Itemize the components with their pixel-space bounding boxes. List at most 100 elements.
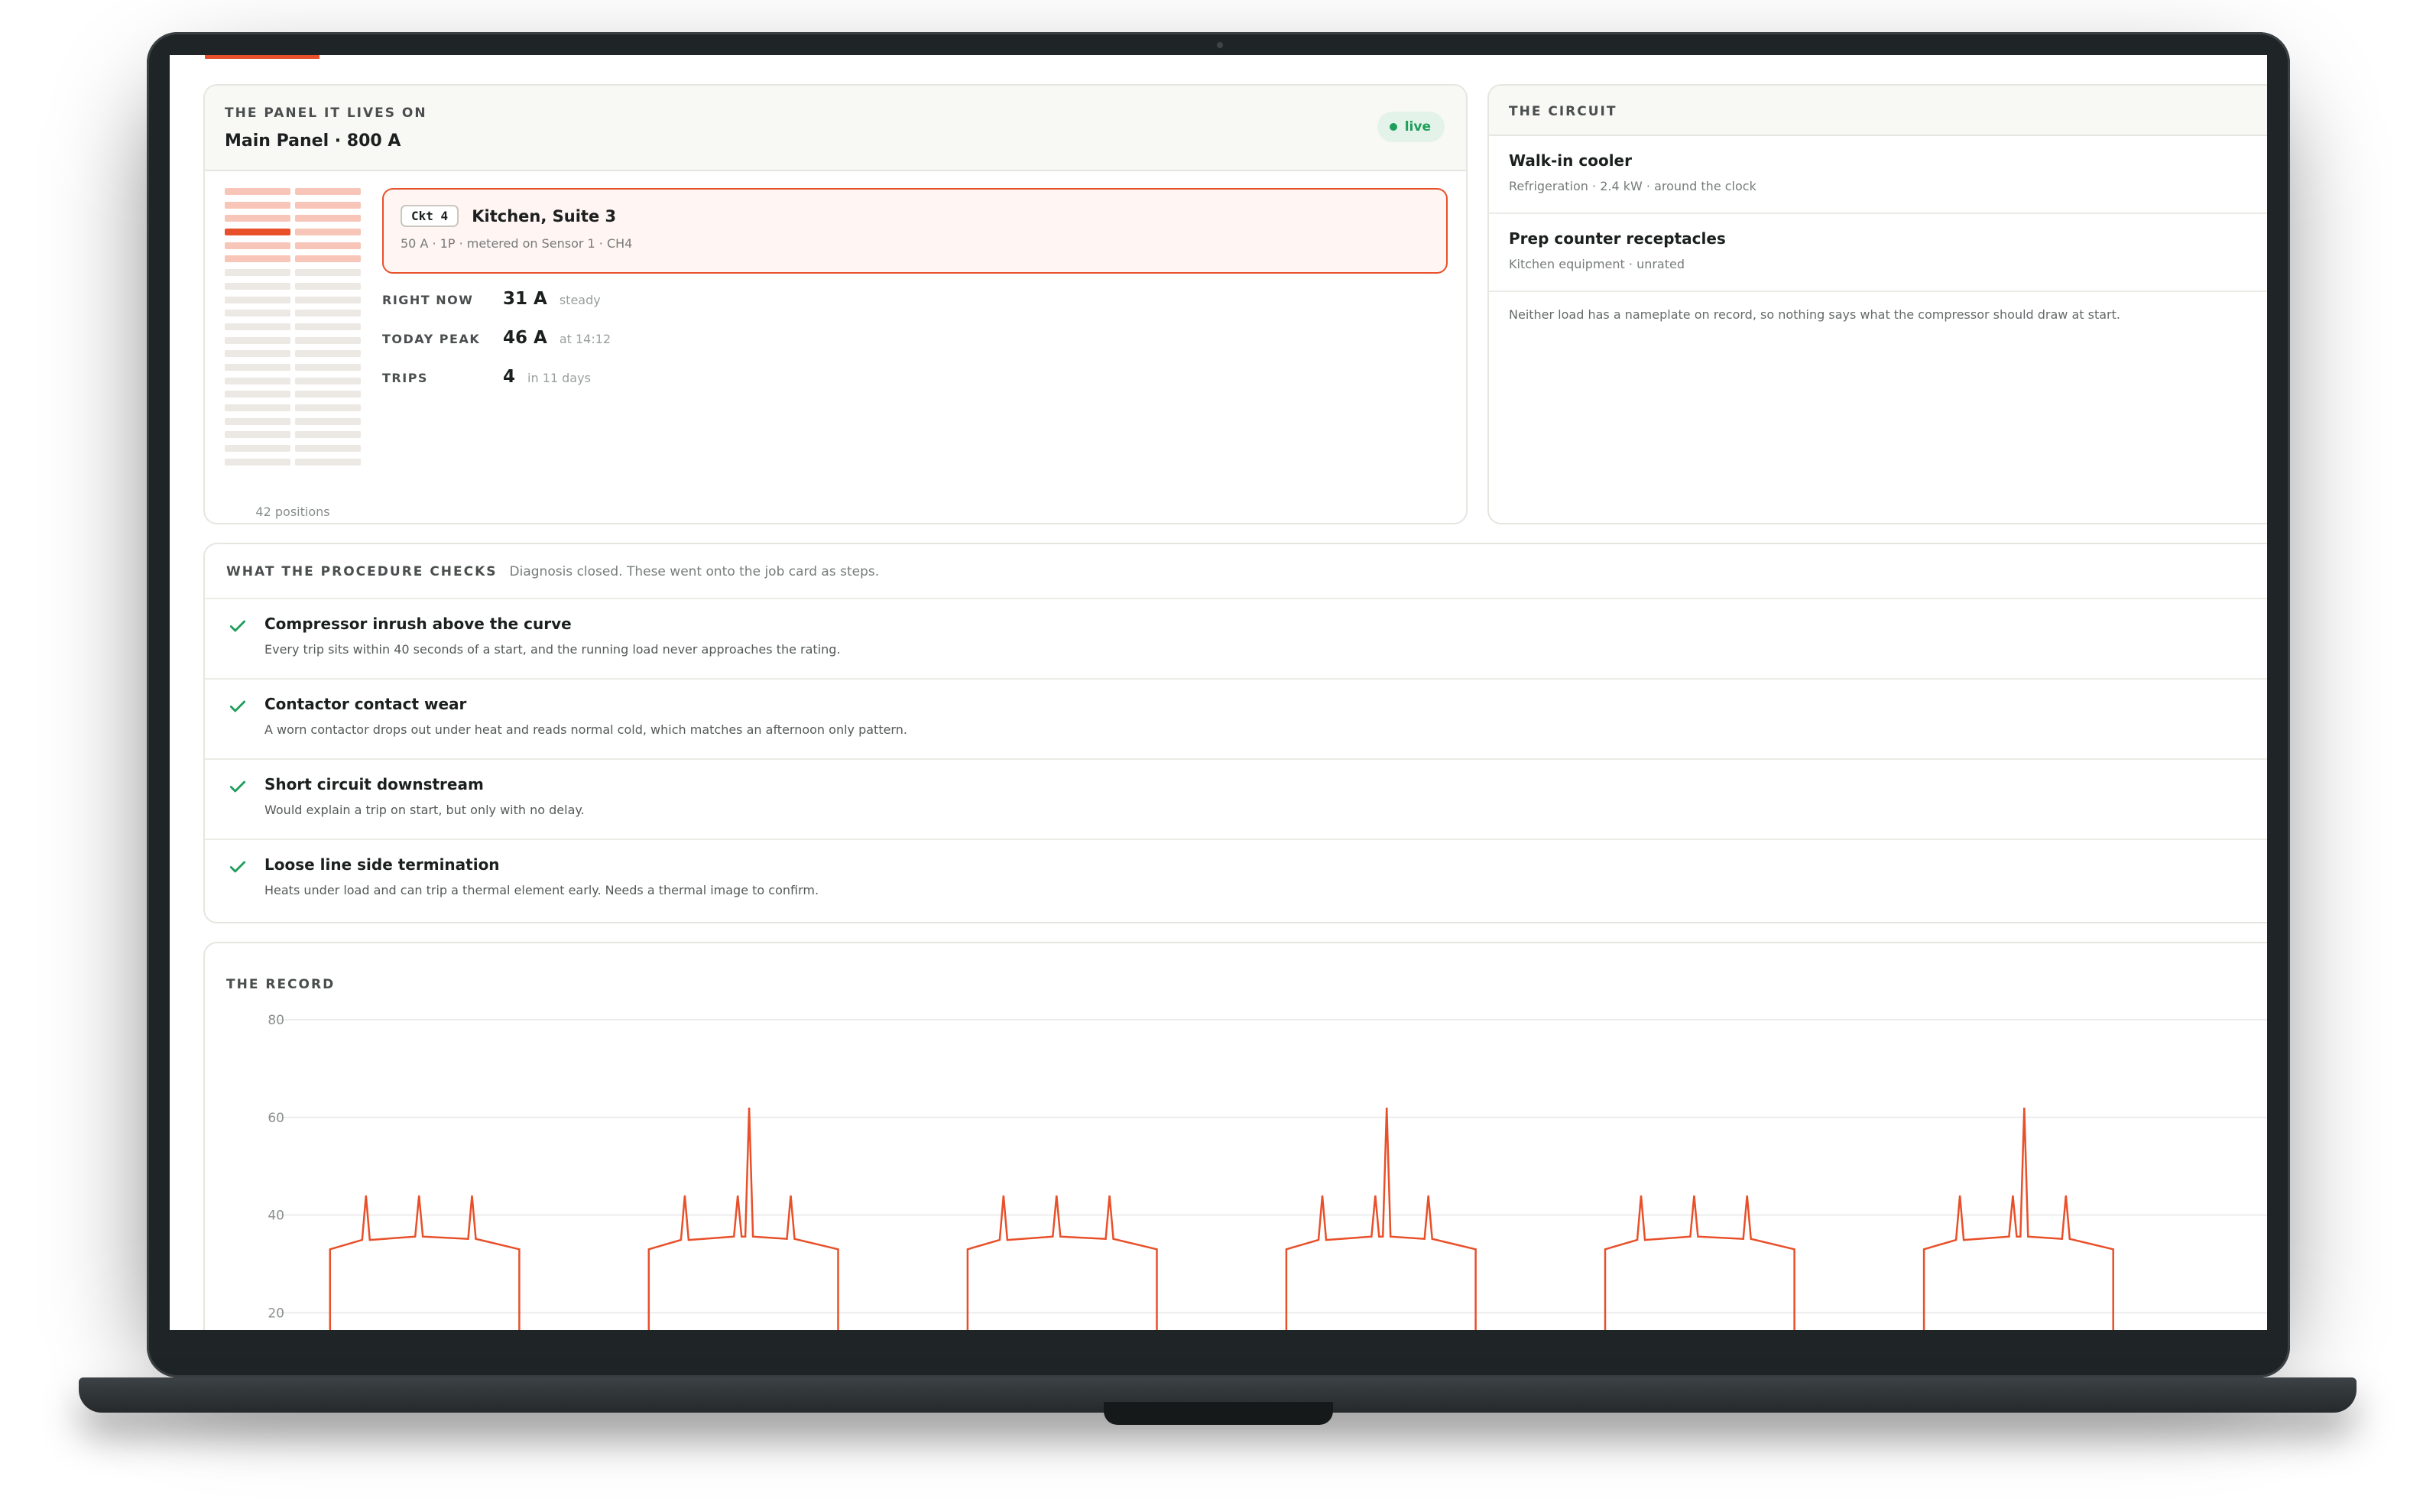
check-detail: Would explain a trip on start, but only …: [264, 803, 585, 817]
panel-position[interactable]: [225, 201, 290, 209]
panel-position-row: [225, 229, 361, 236]
check-item[interactable]: Compressor inrush above the curve Every …: [205, 599, 2267, 680]
panel-eyebrow: THE PANEL IT LIVES ON: [225, 105, 427, 121]
load-item[interactable]: Prep counter receptacles Kitchen equipme…: [1489, 214, 2267, 292]
camera-dot: [1217, 42, 1223, 48]
panel-position[interactable]: [225, 417, 290, 425]
panel-position[interactable]: [295, 417, 361, 425]
positions-count: 42 positions: [255, 505, 330, 519]
panel-position[interactable]: [295, 296, 361, 303]
panel-position[interactable]: [295, 336, 361, 344]
check-icon: [229, 620, 246, 632]
metric-value: 46 A: [503, 328, 547, 348]
panel-position[interactable]: [295, 215, 361, 222]
checks-header: WHAT THE PROCEDURE CHECKS Diagnosis clos…: [205, 544, 2267, 599]
check-item[interactable]: Short circuit downstream Would explain a…: [205, 760, 2267, 840]
panel-position[interactable]: [295, 229, 361, 236]
panel-position-row: [225, 458, 361, 466]
active-tab-indicator: [205, 55, 320, 59]
panel-position-row: [225, 201, 361, 209]
panel-position[interactable]: [225, 282, 290, 290]
panel-position-row: [225, 310, 361, 317]
panel-position[interactable]: [295, 445, 361, 453]
panel-position-row: [225, 377, 361, 384]
panel-position[interactable]: [295, 242, 361, 249]
panel-position[interactable]: [295, 323, 361, 330]
panel-position[interactable]: [295, 391, 361, 398]
panel-position[interactable]: [295, 255, 361, 263]
panel-position[interactable]: [225, 391, 290, 398]
check-detail: A worn contactor drops out under heat an…: [264, 722, 907, 737]
panel-position[interactable]: [225, 215, 290, 222]
panel-position[interactable]: [225, 269, 290, 277]
current-trace-cycle: [1285, 1107, 1477, 1330]
panel-position-row: [225, 282, 361, 290]
load-name: Walk-in cooler: [1509, 151, 1632, 170]
panel-position[interactable]: [295, 188, 361, 195]
circuit-metrics: RIGHT NOW 31 A steady TODAY PEAK 46 A at…: [382, 289, 611, 406]
y-tick-label: 20: [268, 1306, 284, 1321]
check-item[interactable]: Loose line side termination Heats under …: [205, 840, 2267, 920]
panel-position[interactable]: [225, 336, 290, 344]
panel-position[interactable]: [295, 350, 361, 358]
check-icon: [229, 700, 246, 712]
panel-position[interactable]: [295, 458, 361, 466]
live-badge: live: [1377, 112, 1445, 142]
metric-today-peak: TODAY PEAK 46 A at 14:12: [382, 328, 611, 367]
live-dot-icon: [1389, 123, 1397, 131]
panel-position[interactable]: [225, 458, 290, 466]
check-item[interactable]: Contactor contact wear A worn contactor …: [205, 680, 2267, 760]
panel-position[interactable]: [225, 404, 290, 411]
panel-position-row: [225, 336, 361, 344]
load-name: Prep counter receptacles: [1509, 229, 1726, 248]
check-title: Loose line side termination: [264, 855, 500, 874]
panel-position[interactable]: [295, 431, 361, 439]
panel-position[interactable]: [225, 188, 290, 195]
load-item[interactable]: Walk-in cooler Refrigeration · 2.4 kW · …: [1489, 136, 2267, 214]
check-detail: Every trip sits within 40 seconds of a s…: [264, 642, 841, 657]
panel-position[interactable]: [225, 363, 290, 371]
circuit-eyebrow: THE CIRCUIT: [1509, 104, 1617, 119]
panel-title: Main Panel · 800 A: [225, 131, 401, 151]
panel-position-row: [225, 350, 361, 358]
panel-position[interactable]: [225, 310, 290, 317]
panel-position-row: [225, 417, 361, 425]
panel-position[interactable]: [295, 282, 361, 290]
metric-label: RIGHT NOW: [382, 293, 474, 307]
selected-circuit[interactable]: Ckt 4 Kitchen, Suite 3 50 A · 1P · meter…: [382, 188, 1448, 274]
panel-position[interactable]: [295, 363, 361, 371]
metric-note: at 14:12: [559, 332, 611, 346]
panel-position[interactable]: [225, 296, 290, 303]
app-screen: THE PANEL IT LIVES ON Main Panel · 800 A…: [170, 55, 2267, 1330]
panel-position[interactable]: [295, 404, 361, 411]
panel-position[interactable]: [225, 255, 290, 263]
check-title: Short circuit downstream: [264, 775, 484, 793]
panel-positions-map[interactable]: [225, 188, 361, 472]
panel-position-row: [225, 363, 361, 371]
panel-position[interactable]: [225, 323, 290, 330]
panel-position[interactable]: [295, 377, 361, 384]
panel-position-row: [225, 188, 361, 195]
record-card: THE RECORD 80 60 40 20: [203, 942, 2267, 1330]
metric-note: in 11 days: [527, 371, 591, 385]
live-badge-label: live: [1404, 119, 1431, 135]
current-record-chart[interactable]: 80 60 40 20: [205, 943, 2267, 1330]
circuit-card: THE CIRCUIT Walk-in cooler Refrigeration…: [1487, 84, 2267, 524]
circuit-tag: Ckt 4: [401, 205, 459, 227]
panel-position[interactable]: [225, 242, 290, 249]
panel-position-active[interactable]: [225, 229, 290, 236]
panel-position[interactable]: [295, 310, 361, 317]
current-trace-cycle: [1922, 1107, 2114, 1330]
panel-position[interactable]: [295, 201, 361, 209]
panel-position[interactable]: [295, 269, 361, 277]
panel-position[interactable]: [225, 445, 290, 453]
panel-position[interactable]: [225, 431, 290, 439]
panel-card: THE PANEL IT LIVES ON Main Panel · 800 A…: [203, 84, 1468, 524]
panel-position[interactable]: [225, 350, 290, 358]
load-detail: Refrigeration · 2.4 kW · around the cloc…: [1509, 179, 1756, 193]
circuit-header: THE CIRCUIT: [1489, 86, 2267, 136]
panel-position-row: [225, 269, 361, 277]
panel-position[interactable]: [225, 377, 290, 384]
y-tick-label: 80: [268, 1013, 284, 1028]
metric-label: TRIPS: [382, 371, 428, 385]
